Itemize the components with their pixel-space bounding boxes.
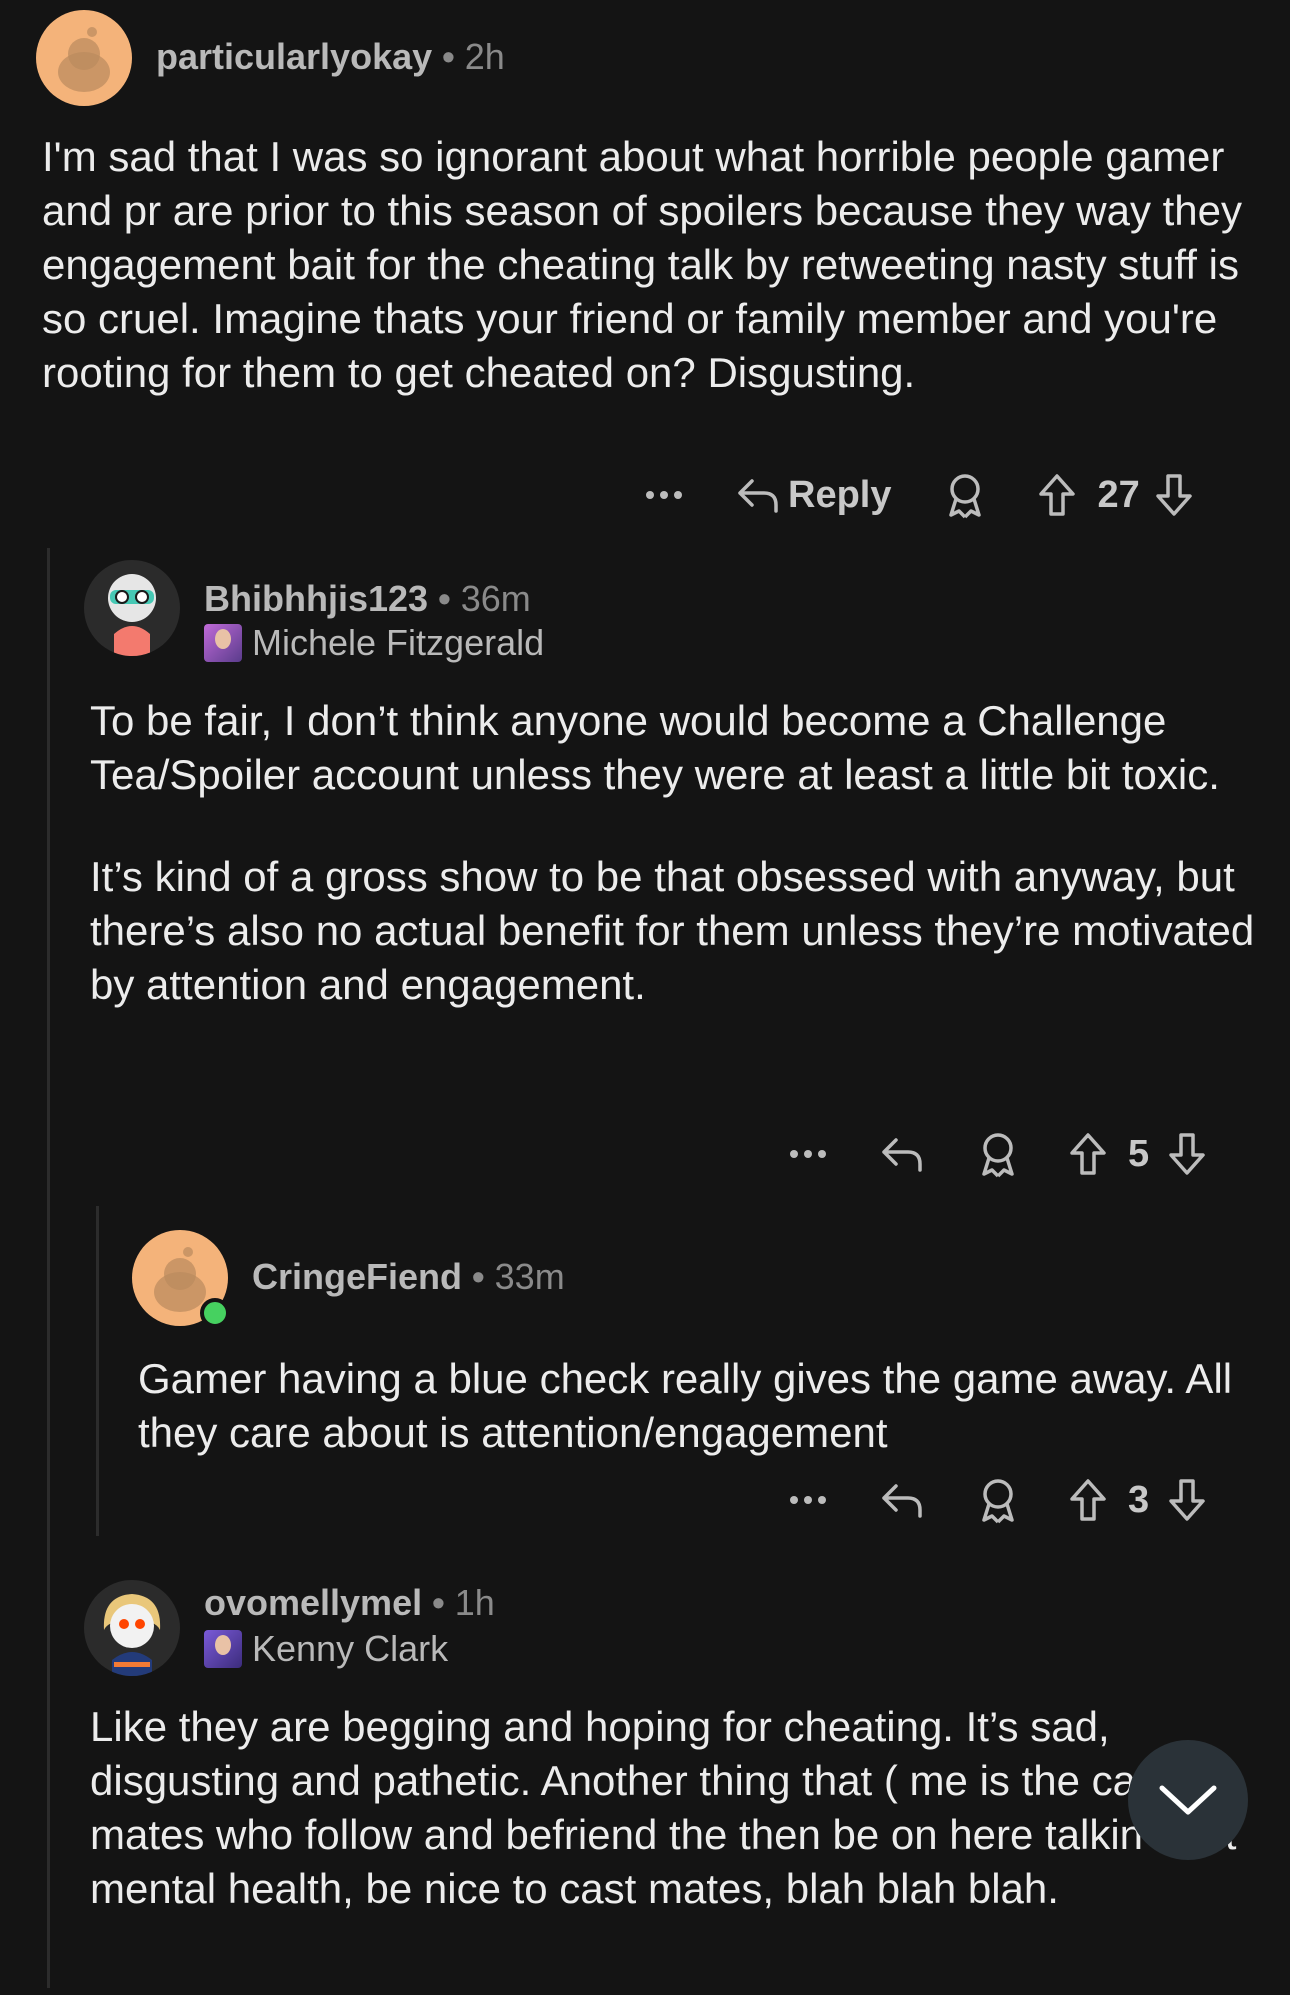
downvote-arrow-icon [1156,474,1192,516]
chevron-down-icon [1159,1785,1217,1815]
thread-line[interactable] [47,548,50,1988]
reply-arrow-icon [738,479,778,513]
reply-label: Reply [788,473,892,516]
user-flair: Michele Fitzgerald [204,622,544,664]
comment-paragraph: Like they are begging and hoping for che… [90,1703,1237,1912]
separator-dot: • [438,578,451,619]
upvote-arrow-icon [1070,1133,1106,1175]
downvote-arrow-icon [1169,1479,1205,1521]
upvote-button[interactable] [1068,1131,1108,1177]
comment-actions: 5 [784,1124,1207,1184]
timestamp: 36m [460,578,531,619]
award-icon[interactable] [976,1476,1020,1524]
downvote-arrow-icon [1169,1133,1205,1175]
upvote-button[interactable] [1037,472,1077,518]
separator-dot: • [472,1256,485,1297]
separator-dot: • [432,1582,445,1623]
award-icon[interactable] [943,471,987,519]
timestamp: 33m [494,1256,565,1297]
scroll-to-next-button[interactable] [1128,1740,1248,1860]
reply-arrow-icon[interactable] [880,1134,924,1174]
downvote-button[interactable] [1167,1131,1207,1177]
avatar[interactable] [36,10,132,106]
timestamp: 1h [454,1582,495,1623]
upvote-arrow-icon [1070,1479,1106,1521]
flair-text: Michele Fitzgerald [252,622,545,663]
comment-actions: 3 [784,1470,1207,1530]
more-dots-icon[interactable] [636,489,692,501]
username[interactable]: CringeFiend • 33m [252,1256,565,1298]
comment-body: To be fair, I don’t think anyone would b… [90,694,1260,1012]
timestamp: 2h [464,36,505,77]
username[interactable]: Bhibhhjis123 • 36m [204,578,531,620]
more-dots-icon[interactable] [784,1148,832,1160]
comment-paragraph: Gamer having a blue check really gives t… [138,1355,1233,1456]
downvote-button[interactable] [1167,1477,1207,1523]
username[interactable]: particularlyokay • 2h [156,36,505,78]
comment-body: Gamer having a blue check really gives t… [138,1352,1268,1460]
comment-body: Like they are begging and hoping for che… [90,1700,1240,1916]
comment-paragraph: It’s kind of a gross show to be that obs… [90,853,1255,1008]
flair-image [204,624,242,662]
user-flair: Kenny Clark [204,1628,448,1670]
online-status-indicator [200,1298,230,1328]
avatar[interactable] [84,1580,180,1676]
comment-actions: Reply 27 [636,465,1194,525]
vote-score: 27 [1097,473,1140,516]
vote-score: 3 [1128,1478,1150,1521]
reply-button[interactable]: Reply [736,474,891,517]
username[interactable]: ovomellymel • 1h [204,1582,495,1624]
downvote-button[interactable] [1154,472,1194,518]
flair-image [204,1630,242,1668]
separator-dot: • [442,36,455,77]
comment-paragraph: To be fair, I don’t think anyone would b… [90,697,1220,798]
comment-paragraph: I'm sad that I was so ignorant about wha… [42,133,1242,396]
vote-score: 5 [1128,1132,1150,1175]
upvote-arrow-icon [1039,474,1076,516]
flair-text: Kenny Clark [252,1628,449,1669]
avatar[interactable] [84,560,180,656]
upvote-button[interactable] [1068,1477,1108,1523]
more-dots-icon[interactable] [784,1494,832,1506]
avatar[interactable] [132,1230,230,1328]
comment-body: I'm sad that I was so ignorant about wha… [42,130,1262,400]
thread-line[interactable] [96,1206,99,1536]
award-icon[interactable] [976,1130,1020,1178]
reply-arrow-icon[interactable] [880,1480,924,1520]
